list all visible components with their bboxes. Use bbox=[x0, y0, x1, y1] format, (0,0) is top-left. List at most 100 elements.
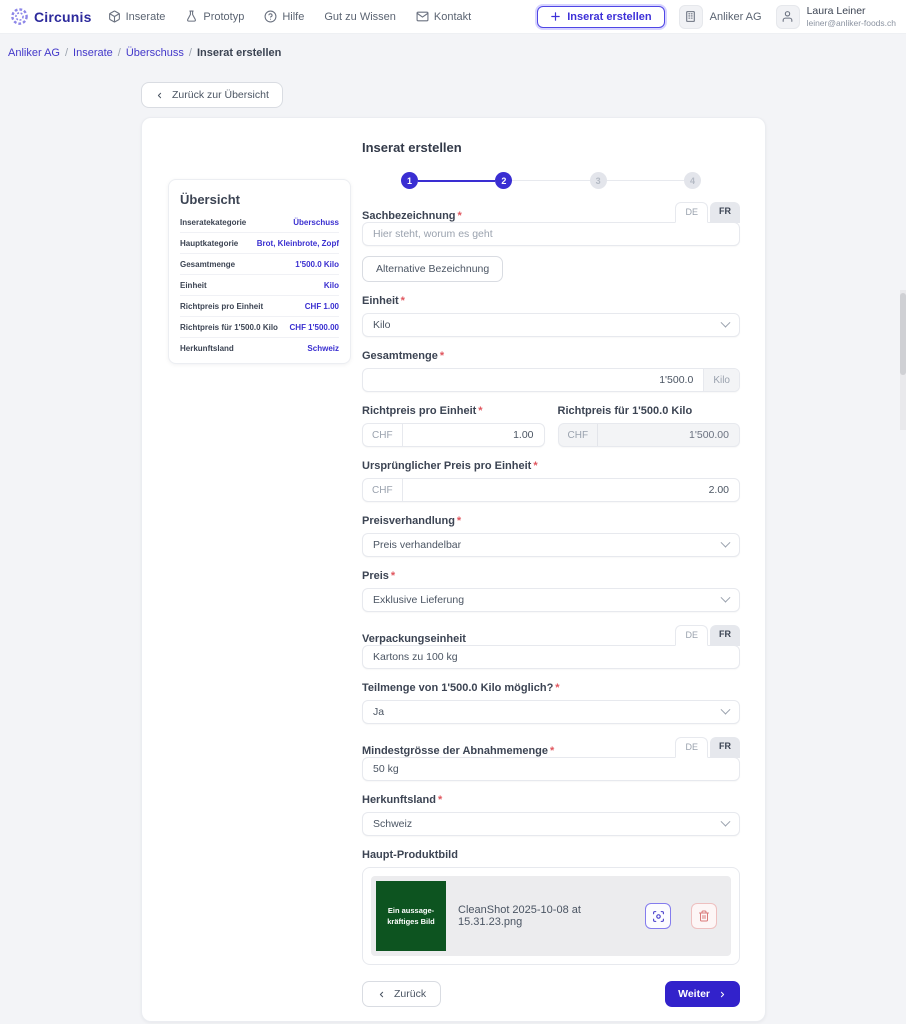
gesamtmenge-input[interactable] bbox=[363, 369, 703, 391]
circunis-logo-icon bbox=[10, 7, 29, 26]
chevron-right-icon bbox=[718, 990, 727, 999]
chevron-down-icon bbox=[721, 317, 731, 327]
stepper: 1 2 3 4 bbox=[401, 172, 701, 189]
delete-image-button[interactable] bbox=[691, 903, 717, 929]
field-mindestgroesse: Mindestgrösse der Abnahmemenge* DE FR bbox=[362, 737, 740, 781]
nav-item-inserate[interactable]: Inserate bbox=[108, 10, 166, 23]
overview-row-label: Herkunftsland bbox=[180, 344, 234, 353]
step-4[interactable]: 4 bbox=[684, 172, 701, 189]
gesamtmenge-input-group: Kilo bbox=[362, 368, 740, 392]
overview-row: Richtpreis für 1'500.0 Kilo CHF 1'500.00 bbox=[180, 316, 339, 337]
nav-label: Prototyp bbox=[203, 11, 244, 23]
alternative-bezeichnung-label: Alternative Bezeichnung bbox=[376, 263, 489, 275]
create-inserat-card: Übersicht Inseratekategorie Überschuss H… bbox=[141, 117, 766, 1022]
create-inserat-button[interactable]: Inserat erstellen bbox=[537, 6, 664, 28]
field-label: Haupt-Produktbild bbox=[362, 849, 740, 861]
field-label: Verpackungseinheit bbox=[362, 633, 466, 645]
focus-crop-icon bbox=[652, 910, 665, 923]
nav-item-hilfe[interactable]: Hilfe bbox=[264, 10, 304, 23]
plus-icon bbox=[550, 11, 561, 22]
teilmenge-select[interactable]: Ja bbox=[362, 700, 740, 724]
form-column: Inserat erstellen 1 2 3 4 Sachbezeichnun… bbox=[362, 118, 740, 1007]
alternative-bezeichnung-button[interactable]: Alternative Bezeichnung bbox=[362, 256, 503, 282]
field-label: Mindestgrösse der Abnahmemenge* bbox=[362, 745, 554, 757]
verpackungseinheit-input[interactable] bbox=[362, 645, 740, 669]
nav-item-gut-zu-wissen[interactable]: Gut zu Wissen bbox=[324, 11, 396, 23]
field-label: Sachbezeichnung* bbox=[362, 210, 462, 222]
field-preisverhandlung: Preisverhandlung* Preis verhandelbar bbox=[362, 515, 740, 557]
field-label: Teilmenge von 1'500.0 Kilo möglich?* bbox=[362, 682, 740, 694]
richtpreis-einheit-input-group: CHF bbox=[362, 423, 545, 447]
card-left-column: Übersicht Inseratekategorie Überschuss H… bbox=[142, 118, 362, 1007]
richtpreis-total-input bbox=[598, 424, 739, 446]
urspruenglicher-preis-input[interactable] bbox=[403, 479, 739, 501]
teilmenge-value: Ja bbox=[373, 706, 384, 718]
einheit-select[interactable]: Kilo bbox=[362, 313, 740, 337]
preis-value: Exklusive Lieferung bbox=[373, 594, 464, 606]
overview-row: Einheit Kilo bbox=[180, 274, 339, 295]
richtpreis-einheit-input[interactable] bbox=[403, 424, 544, 446]
breadcrumb-inserate[interactable]: Inserate bbox=[73, 47, 113, 59]
required-marker: * bbox=[550, 745, 554, 757]
field-label: Richtpreis für 1'500.0 Kilo bbox=[558, 405, 741, 417]
breadcrumb-ueberschuss[interactable]: Überschuss bbox=[126, 47, 184, 59]
top-bar: Circunis Inserate Prototyp bbox=[0, 0, 906, 34]
flask-icon bbox=[185, 10, 198, 23]
tab-fr[interactable]: FR bbox=[710, 737, 740, 758]
back-to-overview-button[interactable]: Zurück zur Übersicht bbox=[141, 82, 283, 108]
currency-prefix: CHF bbox=[363, 479, 403, 501]
tab-de[interactable]: DE bbox=[675, 737, 708, 758]
user-icon bbox=[776, 5, 800, 29]
chevron-left-icon bbox=[377, 990, 386, 999]
user-menu[interactable]: Laura Leiner leiner@anliker-foods.ch bbox=[776, 5, 896, 29]
breadcrumb-separator: / bbox=[189, 47, 192, 59]
company-switcher[interactable]: Anliker AG bbox=[679, 5, 762, 29]
step-3[interactable]: 3 bbox=[590, 172, 607, 189]
required-marker: * bbox=[533, 460, 537, 472]
required-marker: * bbox=[401, 295, 405, 307]
field-urspruenglicher-preis: Ursprünglicher Preis pro Einheit* CHF bbox=[362, 460, 740, 502]
nav-label: Inserate bbox=[126, 11, 166, 23]
breadcrumb: Anliker AG / Inserate / Überschuss / Ins… bbox=[0, 34, 906, 59]
overview-title: Übersicht bbox=[180, 192, 339, 212]
sachbezeichnung-input[interactable] bbox=[362, 222, 740, 246]
mindestgroesse-input[interactable] bbox=[362, 757, 740, 781]
scrollbar-thumb[interactable] bbox=[900, 293, 906, 375]
preisverhandlung-select[interactable]: Preis verhandelbar bbox=[362, 533, 740, 557]
crop-image-button[interactable] bbox=[645, 903, 671, 929]
tab-fr[interactable]: FR bbox=[710, 625, 740, 646]
produktbild-thumbnail: Ein aussage- kräftiges Bild bbox=[376, 881, 446, 951]
field-produktbild: Haupt-Produktbild Ein aussage- kräftiges… bbox=[362, 849, 740, 965]
field-sachbezeichnung: Sachbezeichnung* DE FR bbox=[362, 202, 740, 246]
brand-logo[interactable]: Circunis bbox=[10, 7, 92, 26]
step-1[interactable]: 1 bbox=[401, 172, 418, 189]
language-tabs: DE FR bbox=[675, 625, 740, 646]
chevron-down-icon bbox=[721, 816, 731, 826]
nav-item-kontakt[interactable]: Kontakt bbox=[416, 10, 471, 23]
currency-prefix: CHF bbox=[559, 424, 599, 446]
preis-select[interactable]: Exklusive Lieferung bbox=[362, 588, 740, 612]
help-circle-icon bbox=[264, 10, 277, 23]
nav-item-prototyp[interactable]: Prototyp bbox=[185, 10, 244, 23]
back-button[interactable]: Zurück bbox=[362, 981, 441, 1007]
next-button[interactable]: Weiter bbox=[665, 981, 740, 1007]
tab-de[interactable]: DE bbox=[675, 202, 708, 223]
overview-row: Gesamtmenge 1'500.0 Kilo bbox=[180, 253, 339, 274]
building-icon bbox=[679, 5, 703, 29]
herkunftsland-select[interactable]: Schweiz bbox=[362, 812, 740, 836]
overview-row: Hauptkategorie Brot, Kleinbrote, Zopf bbox=[180, 232, 339, 253]
required-marker: * bbox=[457, 515, 461, 527]
thumbnail-text: Ein aussage- bbox=[388, 905, 434, 916]
step-2[interactable]: 2 bbox=[495, 172, 512, 189]
required-marker: * bbox=[458, 210, 462, 222]
currency-prefix: CHF bbox=[363, 424, 403, 446]
overview-row-label: Inseratekategorie bbox=[180, 218, 246, 227]
breadcrumb-anliker-ag[interactable]: Anliker AG bbox=[8, 47, 60, 59]
tab-de[interactable]: DE bbox=[675, 625, 708, 646]
overview-row: Herkunftsland Schweiz bbox=[180, 337, 339, 358]
overview-row-label: Einheit bbox=[180, 281, 207, 290]
field-teilmenge: Teilmenge von 1'500.0 Kilo möglich?* Ja bbox=[362, 682, 740, 724]
overview-row-label: Gesamtmenge bbox=[180, 260, 235, 269]
form-footer: Zurück Weiter bbox=[362, 981, 740, 1007]
tab-fr[interactable]: FR bbox=[710, 202, 740, 223]
